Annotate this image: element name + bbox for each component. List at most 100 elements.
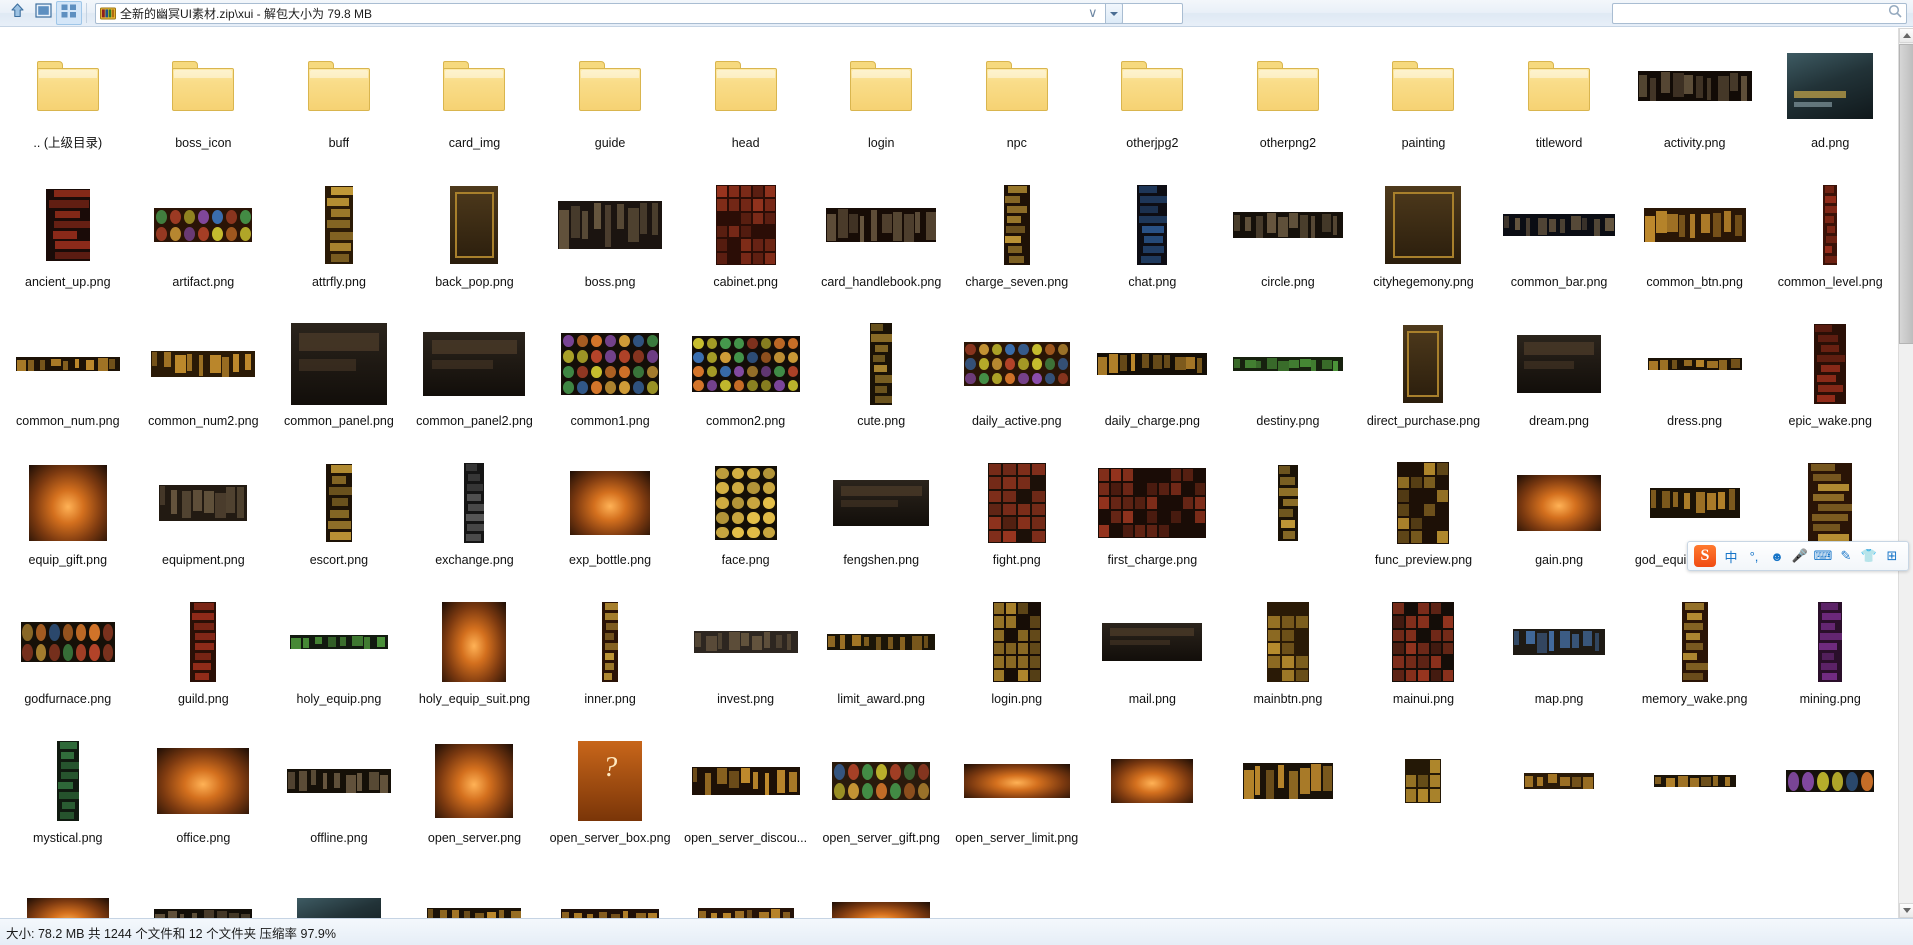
- file-item[interactable]: mainui.png: [1356, 590, 1492, 729]
- file-item[interactable]: common_btn.png: [1627, 173, 1763, 312]
- file-item[interactable]: common2.png: [678, 312, 814, 451]
- scroll-down-button[interactable]: [1899, 903, 1913, 918]
- file-item[interactable]: memory_wake.png: [1627, 590, 1763, 729]
- file-item[interactable]: circle.png: [1220, 173, 1356, 312]
- address-bar[interactable]: 全新的幽冥UI素材.zip\xui - 解包大小为 79.8 MB: [95, 2, 1183, 24]
- file-item[interactable]: gain.png: [1491, 451, 1627, 590]
- folder-item[interactable]: login: [813, 34, 949, 173]
- file-item[interactable]: [407, 868, 543, 918]
- file-item[interactable]: first_charge.png: [1085, 451, 1221, 590]
- file-item[interactable]: ad.png: [1762, 34, 1898, 173]
- file-item[interactable]: [1220, 451, 1356, 590]
- folder-item[interactable]: card_img: [407, 34, 543, 173]
- folder-item[interactable]: boss_icon: [136, 34, 272, 173]
- file-item[interactable]: godfurnace.png: [0, 590, 136, 729]
- file-item[interactable]: dress.png: [1627, 312, 1763, 451]
- file-item[interactable]: activity.png: [1627, 34, 1763, 173]
- file-item[interactable]: fengshen.png: [813, 451, 949, 590]
- ime-emoji-face-icon[interactable]: ☻: [1769, 547, 1785, 565]
- file-item[interactable]: [1627, 729, 1763, 868]
- file-item[interactable]: common_level.png: [1762, 173, 1898, 312]
- file-item[interactable]: cute.png: [813, 312, 949, 451]
- file-item[interactable]: [1220, 729, 1356, 868]
- file-item[interactable]: [1491, 729, 1627, 868]
- file-item[interactable]: direct_purchase.png: [1356, 312, 1492, 451]
- file-item[interactable]: guild.png: [136, 590, 272, 729]
- file-item[interactable]: cityhegemony.png: [1356, 173, 1492, 312]
- file-item[interactable]: [813, 868, 949, 918]
- thumbnail-view-button[interactable]: [56, 1, 82, 25]
- file-item[interactable]: ? open_server_box.png: [542, 729, 678, 868]
- file-item[interactable]: common_panel2.png: [407, 312, 543, 451]
- file-item[interactable]: holy_equip_suit.png: [407, 590, 543, 729]
- file-item[interactable]: common_bar.png: [1491, 173, 1627, 312]
- file-item[interactable]: mining.png: [1762, 590, 1898, 729]
- scroll-up-button[interactable]: [1899, 28, 1913, 43]
- file-item[interactable]: exp_bottle.png: [542, 451, 678, 590]
- file-item[interactable]: invest.png: [678, 590, 814, 729]
- search-box[interactable]: [1612, 3, 1907, 24]
- file-item[interactable]: [678, 868, 814, 918]
- folder-item[interactable]: otherpng2: [1220, 34, 1356, 173]
- file-item[interactable]: back_pop.png: [407, 173, 543, 312]
- file-item[interactable]: limit_award.png: [813, 590, 949, 729]
- file-item[interactable]: charge_seven.png: [949, 173, 1085, 312]
- file-item[interactable]: destiny.png: [1220, 312, 1356, 451]
- file-item[interactable]: equipment.png: [136, 451, 272, 590]
- file-item[interactable]: [271, 868, 407, 918]
- file-item[interactable]: cabinet.png: [678, 173, 814, 312]
- address-dropdown-button[interactable]: [1105, 3, 1123, 24]
- file-item[interactable]: face.png: [678, 451, 814, 590]
- file-item[interactable]: open_server_discou...: [678, 729, 814, 868]
- search-icon[interactable]: [1888, 4, 1902, 23]
- file-item[interactable]: map.png: [1491, 590, 1627, 729]
- file-item[interactable]: holy_equip.png: [271, 590, 407, 729]
- vertical-scrollbar[interactable]: [1898, 28, 1913, 918]
- file-item[interactable]: mystical.png: [0, 729, 136, 868]
- file-item[interactable]: inner.png: [542, 590, 678, 729]
- sogou-ime-toolbar[interactable]: S 中 °, ☻ 🎤 ⌨ ✎ 👕 ⊞: [1687, 541, 1909, 571]
- file-item[interactable]: attrfly.png: [271, 173, 407, 312]
- file-item[interactable]: [0, 868, 136, 918]
- file-item[interactable]: open_server_gift.png: [813, 729, 949, 868]
- file-item[interactable]: func_preview.png: [1356, 451, 1492, 590]
- ime-handwriting-icon[interactable]: ✎: [1838, 547, 1854, 565]
- file-item[interactable]: common1.png: [542, 312, 678, 451]
- file-item[interactable]: [1356, 729, 1492, 868]
- file-item[interactable]: common_num.png: [0, 312, 136, 451]
- folder-item[interactable]: titleword: [1491, 34, 1627, 173]
- file-item[interactable]: artifact.png: [136, 173, 272, 312]
- file-item[interactable]: ancient_up.png: [0, 173, 136, 312]
- folder-item[interactable]: head: [678, 34, 814, 173]
- file-item[interactable]: common_panel.png: [271, 312, 407, 451]
- file-item[interactable]: escort.png: [271, 451, 407, 590]
- file-item[interactable]: dream.png: [1491, 312, 1627, 451]
- file-item[interactable]: open_server.png: [407, 729, 543, 868]
- folder-item[interactable]: buff: [271, 34, 407, 173]
- file-item[interactable]: office.png: [136, 729, 272, 868]
- scrollbar-thumb[interactable]: [1899, 44, 1913, 344]
- ime-toolbox-icon[interactable]: ⊞: [1884, 547, 1900, 565]
- up-one-level-button[interactable]: [4, 1, 30, 25]
- file-item[interactable]: [1762, 729, 1898, 868]
- folder-item[interactable]: .. (上级目录): [0, 34, 136, 173]
- file-item[interactable]: mail.png: [1085, 590, 1221, 729]
- file-item[interactable]: daily_active.png: [949, 312, 1085, 451]
- file-item[interactable]: common_num2.png: [136, 312, 272, 451]
- file-item[interactable]: open_server_limit.png: [949, 729, 1085, 868]
- ime-voice-input-icon[interactable]: 🎤: [1792, 547, 1808, 565]
- folder-item[interactable]: otherjpg2: [1085, 34, 1221, 173]
- ime-lang-chinese-icon[interactable]: 中: [1723, 547, 1739, 565]
- search-input[interactable]: [1617, 6, 1888, 21]
- file-item[interactable]: chat.png: [1085, 173, 1221, 312]
- file-item[interactable]: login.png: [949, 590, 1085, 729]
- file-item[interactable]: mainbtn.png: [1220, 590, 1356, 729]
- file-item[interactable]: [136, 868, 272, 918]
- file-item[interactable]: offline.png: [271, 729, 407, 868]
- file-item[interactable]: fight.png: [949, 451, 1085, 590]
- ime-skin-icon[interactable]: 👕: [1861, 547, 1877, 565]
- file-item[interactable]: exchange.png: [407, 451, 543, 590]
- file-item[interactable]: boss.png: [542, 173, 678, 312]
- folder-item[interactable]: guide: [542, 34, 678, 173]
- file-item[interactable]: daily_charge.png: [1085, 312, 1221, 451]
